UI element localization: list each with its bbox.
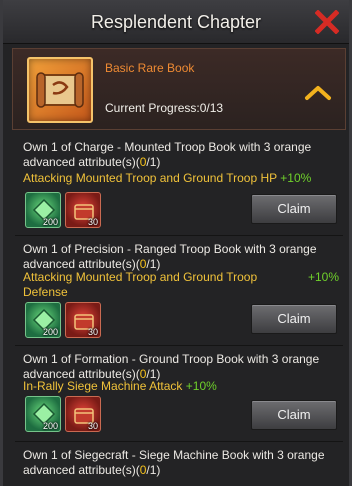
chevron-up-icon — [305, 86, 331, 100]
reward-count: 30 — [87, 217, 98, 227]
reward-count: 30 — [87, 327, 98, 337]
claim-button[interactable]: Claim — [251, 194, 337, 224]
task-description: Own 1 of Formation - Ground Troop Book w… — [23, 352, 320, 381]
claim-button[interactable]: Claim — [251, 400, 337, 430]
rare-book-icon — [27, 57, 93, 123]
task-item: Own 1 of Siegecraft - Siege Machine Book… — [15, 442, 343, 486]
reward-count: 200 — [42, 421, 58, 431]
task-description: Own 1 of Charge - Mounted Troop Book wit… — [23, 140, 312, 169]
book-card: Basic Rare Book Current Progress:0/13 — [12, 48, 346, 130]
book-title: Basic Rare Book — [105, 61, 195, 75]
bonus-value: +10% — [307, 270, 339, 284]
collapse-button[interactable] — [303, 81, 333, 103]
task-item: Own 1 of Charge - Mounted Troop Book wit… — [15, 134, 343, 236]
book-progress: Current Progress:0/13 — [105, 101, 224, 115]
bonus-value: +10% — [280, 171, 312, 185]
reward-count: 200 — [42, 217, 58, 227]
reward-count: 30 — [87, 421, 98, 431]
task-reward-text: Attacking Mounted Troop and Ground Troop… — [23, 171, 312, 185]
reward-speedup-item[interactable]: 200 — [25, 192, 61, 228]
reward-chest-item[interactable]: 30 — [65, 192, 101, 228]
close-icon — [315, 10, 339, 34]
reward-count: 200 — [42, 327, 58, 337]
task-item: Own 1 of Precision - Ranged Troop Book w… — [15, 236, 343, 346]
resplendent-chapter-panel: Resplendent Chapter Basic Rare Book Curr… — [0, 0, 352, 486]
task-reward-text: In-Rally Siege Machine Attack +10% — [23, 379, 217, 393]
reward-chest-item[interactable]: 30 — [65, 302, 101, 338]
close-button[interactable] — [313, 8, 341, 36]
task-description: Own 1 of Precision - Ranged Troop Book w… — [23, 242, 317, 271]
reward-chest-item[interactable]: 30 — [65, 396, 101, 432]
task-description: Own 1 of Siegecraft - Siege Machine Book… — [23, 448, 325, 477]
page-title: Resplendent Chapter — [90, 12, 262, 32]
reward-speedup-item[interactable]: 200 — [25, 396, 61, 432]
bonus-value: +10% — [185, 379, 217, 393]
task-item: Own 1 of Formation - Ground Troop Book w… — [15, 346, 343, 442]
claim-button[interactable]: Claim — [251, 304, 337, 334]
reward-speedup-item[interactable]: 200 — [25, 302, 61, 338]
header-bar: Resplendent Chapter — [3, 0, 349, 44]
task-reward-text: Attacking Mounted Troop and Ground Troop… — [23, 270, 258, 299]
